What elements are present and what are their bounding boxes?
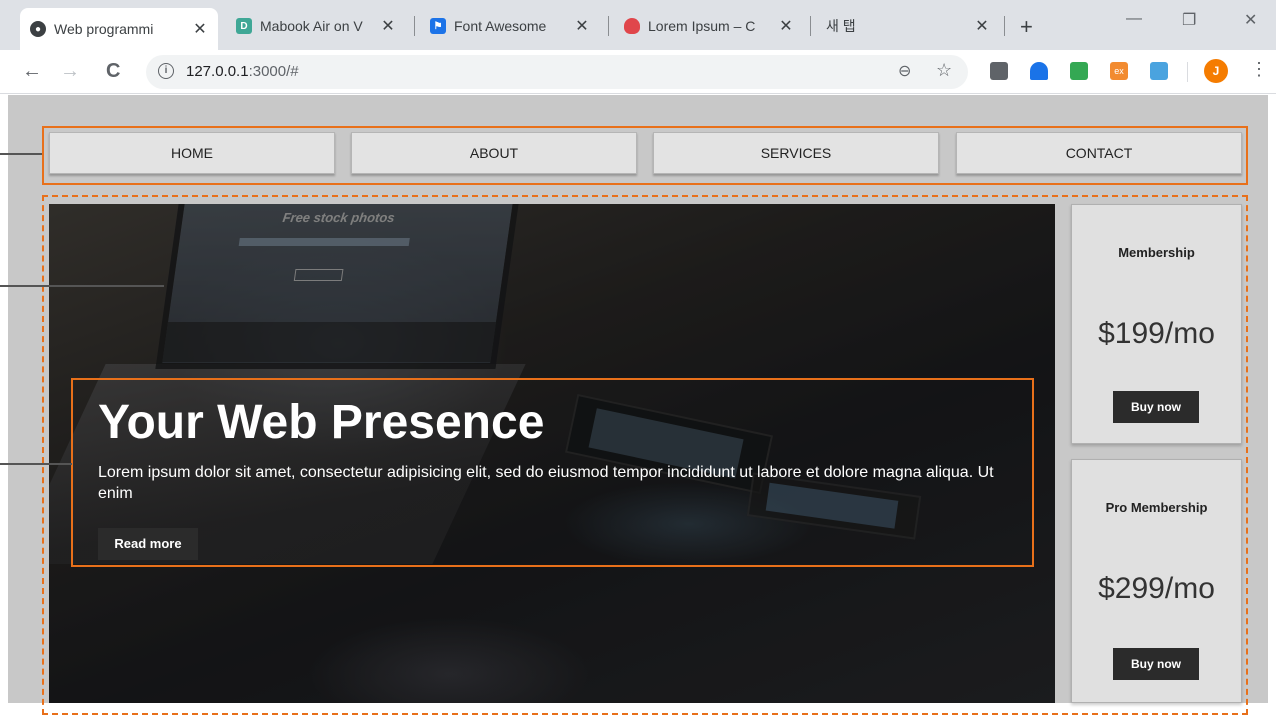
nav-contact[interactable]: CONTACT <box>956 132 1242 174</box>
tab-separator <box>1004 16 1005 36</box>
pricing-card-title: Pro Membership <box>1105 500 1208 515</box>
callout-line-hero-text <box>0 463 72 465</box>
page-viewport: HOME ABOUT SERVICES CONTACT Free stock p… <box>0 95 1276 715</box>
back-arrow-icon[interactable]: ← <box>22 60 42 83</box>
bookmark-star-icon[interactable]: ☆ <box>936 60 952 81</box>
pricing-card-price: $199/mo <box>1098 317 1215 350</box>
tab-new-tab[interactable]: 새 탭 ✕ <box>816 8 1000 44</box>
dribbble-d-icon: D <box>236 18 252 34</box>
tab-title: Mabook Air on V <box>260 18 363 34</box>
nav-about[interactable]: ABOUT <box>351 132 637 174</box>
profile-avatar[interactable]: J <box>1204 59 1228 83</box>
restore-icon[interactable]: ❐ <box>1182 10 1196 30</box>
hero-title: Your Web Presence <box>98 396 545 449</box>
new-tab-plus-icon[interactable]: + <box>1020 14 1033 40</box>
info-icon[interactable]: i <box>158 63 174 79</box>
page-background: HOME ABOUT SERVICES CONTACT Free stock p… <box>8 95 1268 715</box>
close-icon[interactable]: ✕ <box>574 16 590 36</box>
tab-strip: ● Web programmi ✕ D Mabook Air on V ✕ ⚑ … <box>0 0 1276 50</box>
lorem-icon <box>624 18 640 34</box>
tab-mabook[interactable]: D Mabook Air on V ✕ <box>226 8 406 44</box>
tab-title: Lorem Ipsum – C <box>648 18 756 34</box>
minimize-icon[interactable]: — <box>1126 10 1142 28</box>
reload-icon[interactable]: C <box>106 60 120 83</box>
browser-toolbar: ← → C i 127.0.0.1:3000/# ⊖ ☆ ex J ⋮ <box>0 50 1276 94</box>
buy-now-button[interactable]: Buy now <box>1113 648 1199 680</box>
pricing-card-pro-membership: Pro Membership $299/mo Buy now <box>1071 459 1242 703</box>
flag-icon: ⚑ <box>430 18 446 34</box>
extension-dark-icon[interactable] <box>990 62 1008 80</box>
pricing-card-membership: Membership $199/mo Buy now <box>1071 204 1242 444</box>
tab-separator <box>414 16 415 36</box>
address-url: 127.0.0.1:3000/# <box>186 63 299 80</box>
tab-web-programming[interactable]: ● Web programmi ✕ <box>20 8 218 50</box>
github-icon: ● <box>30 21 46 37</box>
buy-now-button[interactable]: Buy now <box>1113 391 1199 423</box>
hero-text: Lorem ipsum dolor sit amet, consectetur … <box>98 464 994 502</box>
tab-lorem-ipsum[interactable]: Lorem Ipsum – C ✕ <box>614 8 804 44</box>
tab-title: 새 탭 <box>826 18 856 34</box>
extension-ex-icon[interactable]: ex <box>1110 62 1128 80</box>
close-icon[interactable]: ✕ <box>974 16 990 36</box>
extension-cloud-icon[interactable] <box>1150 62 1168 80</box>
extension-leaf-icon[interactable] <box>1070 62 1088 80</box>
close-icon[interactable]: ✕ <box>778 16 794 36</box>
tab-title: Font Awesome <box>454 18 547 34</box>
tab-separator <box>810 16 811 36</box>
close-icon[interactable]: ✕ <box>192 19 208 39</box>
toolbar-separator <box>1187 62 1188 82</box>
extension-cap-icon[interactable] <box>1030 62 1048 80</box>
window-close-icon[interactable]: ✕ <box>1244 10 1257 30</box>
nav-services[interactable]: SERVICES <box>653 132 939 174</box>
forward-arrow-icon[interactable]: → <box>60 60 80 83</box>
read-more-button[interactable]: Read more <box>98 528 198 560</box>
tab-title: Web programmi <box>54 21 154 37</box>
address-bar[interactable]: i 127.0.0.1:3000/# ⊖ ☆ <box>146 55 968 89</box>
zoom-icon[interactable]: ⊖ <box>898 61 911 81</box>
callout-line-nav <box>0 153 42 155</box>
tab-separator <box>608 16 609 36</box>
pricing-card-price: $299/mo <box>1098 572 1215 605</box>
close-icon[interactable]: ✕ <box>380 16 396 36</box>
tab-font-awesome[interactable]: ⚑ Font Awesome ✕ <box>420 8 600 44</box>
pricing-card-title: Membership <box>1118 245 1195 260</box>
callout-line-hero <box>0 285 164 287</box>
nav-home[interactable]: HOME <box>49 132 335 174</box>
menu-dots-icon[interactable]: ⋮ <box>1250 59 1268 80</box>
